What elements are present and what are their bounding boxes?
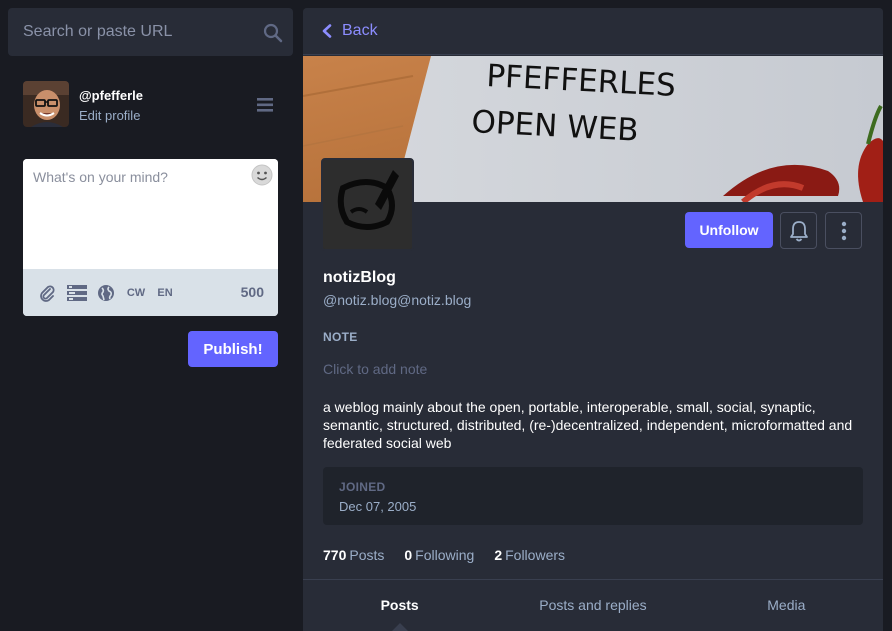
profile-column: Back PFEFFERLES OPEN WEB Unfollow notizB…: [303, 8, 883, 631]
followers-count-link[interactable]: 2 Followers: [494, 547, 565, 563]
compose-toolbar: CW EN 500: [23, 269, 278, 316]
publish-button[interactable]: Publish!: [188, 331, 278, 367]
joined-label: JOINED: [339, 480, 386, 494]
tab-media[interactable]: Media: [690, 580, 883, 631]
following-count-link[interactable]: 0 Following: [404, 547, 474, 563]
emoji-icon[interactable]: [251, 164, 273, 186]
globe-icon[interactable]: [97, 283, 115, 303]
tab-posts-and-replies[interactable]: Posts and replies: [496, 580, 689, 631]
edit-profile-link[interactable]: Edit profile: [79, 108, 140, 123]
posts-count-link[interactable]: 770 Posts: [323, 547, 384, 563]
avatar[interactable]: [23, 81, 69, 127]
attach-icon[interactable]: [38, 283, 56, 303]
tab-media-label: Media: [767, 597, 806, 613]
tab-posts[interactable]: Posts: [303, 580, 496, 631]
profile-tabs: Posts Posts and replies Media: [303, 579, 883, 631]
back-button[interactable]: Back: [321, 22, 378, 40]
content-warning-button[interactable]: CW: [126, 283, 146, 303]
unfollow-button[interactable]: Unfollow: [685, 212, 773, 248]
account-handle[interactable]: @pfefferle: [79, 88, 143, 103]
search-input[interactable]: [8, 8, 293, 56]
following-count: 0: [404, 547, 413, 563]
profile-bio: a weblog mainly about the open, portable…: [323, 399, 853, 451]
compose-form: CW EN 500: [23, 159, 278, 316]
display-name: notizBlog: [323, 269, 396, 286]
language-button[interactable]: EN: [155, 283, 175, 303]
tab-posts-and-replies-label: Posts and replies: [539, 597, 647, 613]
character-counter: 500: [240, 284, 264, 300]
followers-count-label: Followers: [505, 547, 566, 563]
column-header: Back: [303, 8, 883, 55]
profile-avatar[interactable]: [321, 158, 414, 251]
navigation-column: @pfefferle Edit profile CW EN 500 Publis…: [0, 0, 300, 631]
account-name: @notiz.blog@notiz.blog: [323, 292, 472, 308]
posts-count: 770: [323, 547, 347, 563]
bell-icon[interactable]: [780, 212, 817, 249]
search-box: [8, 8, 293, 56]
followers-count: 2: [494, 547, 503, 563]
compose-textarea[interactable]: [23, 159, 278, 269]
joined-field: JOINED Dec 07, 2005: [323, 467, 863, 525]
poll-icon[interactable]: [67, 283, 87, 303]
menu-icon[interactable]: [257, 97, 275, 113]
note-input[interactable]: [323, 359, 863, 379]
active-tab-indicator: [390, 623, 409, 631]
posts-count-label: Posts: [349, 547, 385, 563]
chevron-left-icon: [322, 24, 332, 38]
following-count-label: Following: [415, 547, 475, 563]
joined-date: Dec 07, 2005: [339, 499, 417, 514]
profile-counts: 770 Posts 0 Following 2 Followers: [323, 547, 565, 563]
search-icon[interactable]: [263, 23, 283, 43]
current-account: @pfefferle Edit profile: [23, 81, 283, 129]
back-label: Back: [342, 22, 378, 39]
note-label: NOTE: [323, 330, 358, 344]
more-vertical-icon[interactable]: [825, 212, 862, 249]
tab-posts-label: Posts: [380, 597, 419, 613]
